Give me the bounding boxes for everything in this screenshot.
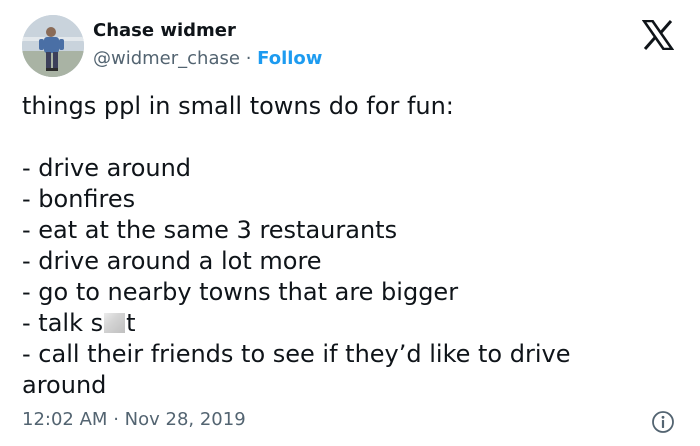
tweet-last-line-part1: - call their friends to see if they’d li…: [22, 340, 571, 368]
follow-button[interactable]: Follow: [257, 48, 322, 69]
handle-separator: ·: [245, 48, 252, 69]
tweet-list-item-censored: - talk s t: [22, 308, 662, 339]
tweet-last-line-part2: around: [22, 371, 107, 399]
tweet-list-item: - drive around: [22, 154, 192, 182]
tweet-list-item: - go to nearby towns that are bigger: [22, 278, 459, 306]
tweet-text: things ppl in small towns do for fun: - …: [22, 91, 662, 401]
censor-block: [104, 313, 126, 333]
tweet-list-item: - call their friends to see if they’d li…: [22, 339, 662, 401]
censored-text-after: t: [126, 309, 136, 337]
author-handle[interactable]: @widmer_chase: [93, 48, 240, 69]
avatar-photo-icon: [22, 15, 84, 77]
info-icon[interactable]: [651, 410, 675, 434]
author-handle-line: @widmer_chase · Follow: [93, 48, 322, 69]
tweet-list-item: - drive around a lot more: [22, 247, 322, 275]
author-name[interactable]: Chase widmer: [93, 20, 236, 41]
tweet-date: Nov 28, 2019: [124, 409, 246, 430]
tweet-time: 12:02 AM: [22, 409, 108, 430]
tweet-card: Chase widmer @widmer_chase · Follow thin…: [0, 0, 700, 446]
tweet-intro: things ppl in small towns do for fun:: [22, 92, 454, 120]
tweet-list-item: - eat at the same 3 restaurants: [22, 216, 398, 244]
tweet-list-item: - bonfires: [22, 185, 136, 213]
censored-text-before: - talk s: [22, 309, 104, 337]
tweet-timestamp[interactable]: 12:02 AM · Nov 28, 2019: [22, 409, 246, 430]
x-logo-icon[interactable]: [642, 20, 674, 50]
author-avatar[interactable]: [22, 15, 84, 77]
timestamp-separator: ·: [113, 409, 119, 430]
